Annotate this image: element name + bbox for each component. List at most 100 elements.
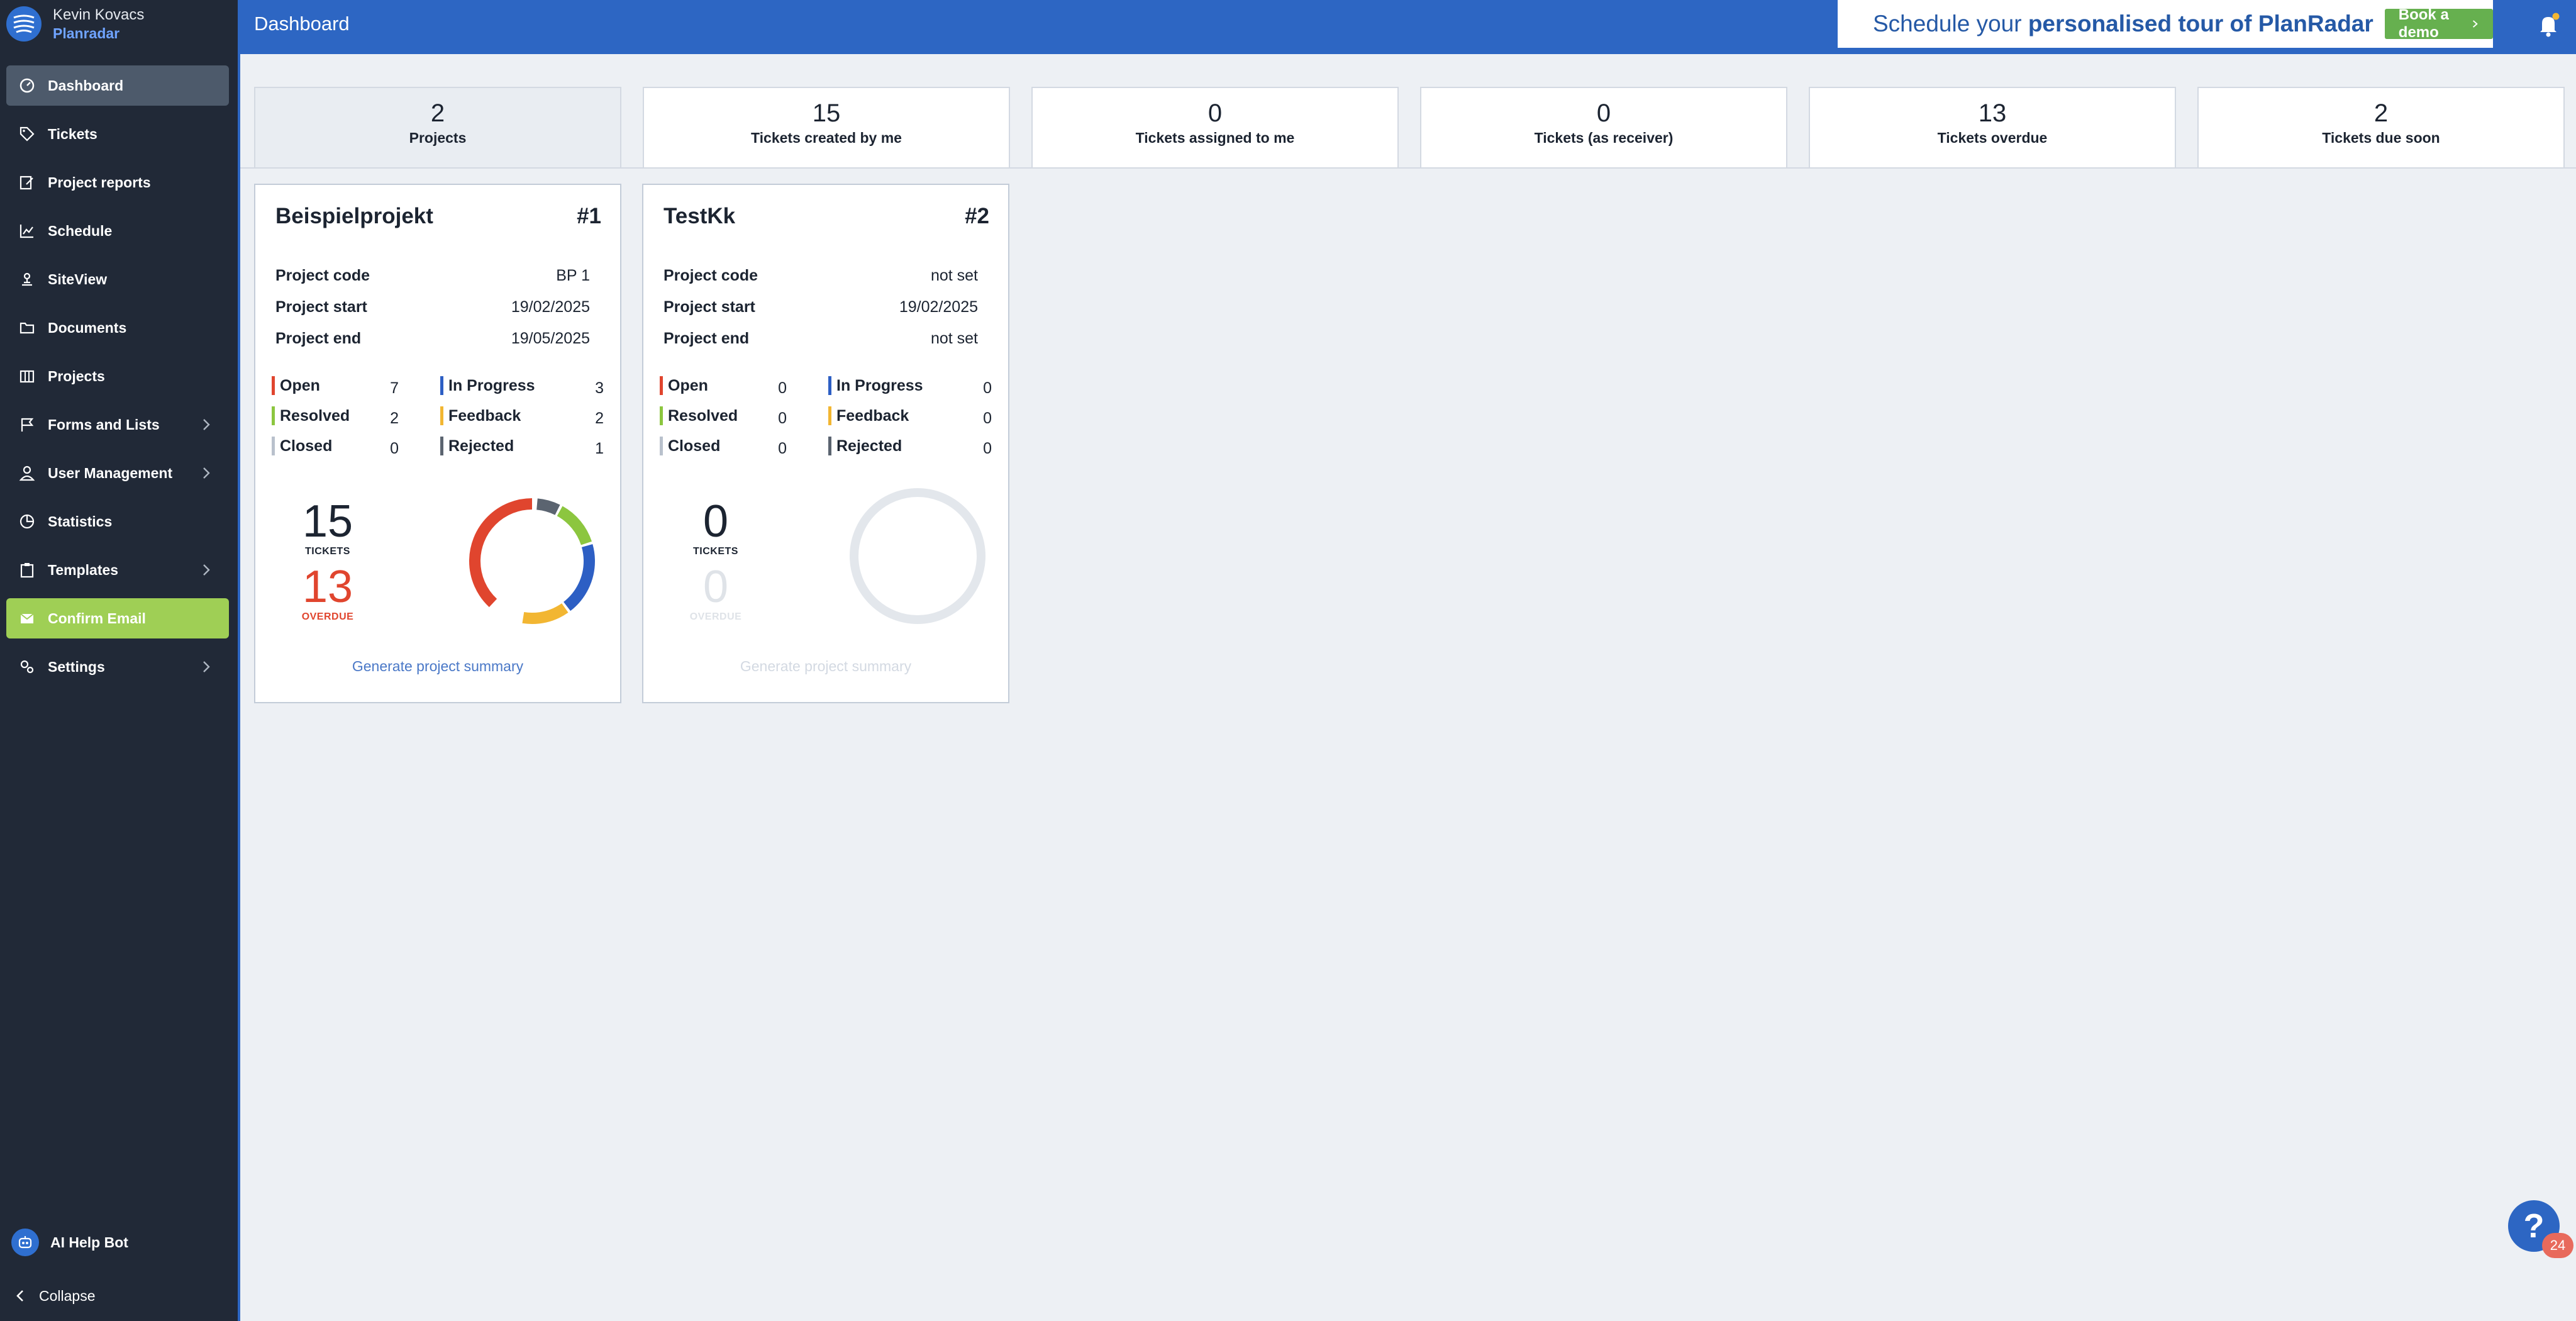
- stat-tab-tickets-assigned[interactable]: 0 Tickets assigned to me: [1031, 87, 1399, 169]
- project-end-value: not set: [930, 330, 978, 347]
- tickets-count: 15: [302, 496, 353, 547]
- bell-icon[interactable]: [2537, 13, 2560, 38]
- status-feedback-label: Feedback: [828, 406, 909, 425]
- stat-label: Tickets assigned to me: [1135, 130, 1295, 146]
- stat-value: 15: [812, 99, 841, 127]
- generate-summary-link[interactable]: Generate project summary: [255, 658, 620, 675]
- schedule-icon: [18, 221, 36, 240]
- clipboard-icon: [18, 560, 36, 579]
- sidebar-item-label: Settings: [48, 658, 105, 675]
- chevron-right-icon: [2473, 20, 2478, 28]
- project-end-value: 19/05/2025: [511, 330, 590, 347]
- ai-help-bot-button[interactable]: AI Help Bot: [11, 1229, 128, 1256]
- collapse-label: Collapse: [39, 1287, 96, 1304]
- stat-value: 0: [1596, 99, 1611, 127]
- sidebar-item-project-reports[interactable]: Project reports: [6, 162, 229, 203]
- project-start-value: 19/02/2025: [511, 298, 590, 316]
- project-card[interactable]: Beispielprojekt #1 Project code BP 1 Proj…: [254, 184, 621, 703]
- promo-banner: Schedule your personalised tour of PlanR…: [1838, 0, 2493, 48]
- chevron-left-icon: [16, 1290, 23, 1301]
- ticket-status-donut-empty: [850, 488, 985, 624]
- status-feedback-count: 0: [983, 410, 992, 427]
- project-name: TestKk: [663, 204, 736, 228]
- ai-help-bot-label: AI Help Bot: [50, 1234, 128, 1251]
- stat-value: 13: [1978, 99, 2007, 127]
- sidebar-item-confirm-email[interactable]: Confirm Email: [6, 598, 229, 638]
- tag-icon: [18, 125, 36, 143]
- project-start-value: 19/02/2025: [899, 298, 978, 316]
- sidebar-item-statistics[interactable]: Statistics: [6, 501, 229, 542]
- page-title: Dashboard: [254, 13, 350, 35]
- sidebar-item-forms-and-lists[interactable]: Forms and Lists: [6, 404, 229, 445]
- tickets-count: 0: [702, 496, 729, 547]
- siteview-icon: [18, 270, 36, 289]
- project-number: #1: [577, 204, 601, 228]
- overdue-caption: OVERDUE: [689, 611, 742, 622]
- sidebar-item-settings[interactable]: Settings: [6, 647, 229, 687]
- status-open-label: Open: [660, 376, 708, 395]
- stats-divider: [240, 167, 2576, 169]
- chevron-right-icon: [203, 564, 210, 576]
- stat-label: Projects: [409, 130, 467, 146]
- status-closed-count: 0: [390, 440, 399, 457]
- stat-tab-tickets-receiver[interactable]: 0 Tickets (as receiver): [1420, 87, 1787, 169]
- status-open-count: 7: [390, 379, 399, 397]
- report-icon: [18, 173, 36, 192]
- sidebar-item-projects[interactable]: Projects: [6, 356, 229, 396]
- status-open-count: 0: [778, 379, 787, 397]
- sidebar-item-siteview[interactable]: SiteView: [6, 259, 229, 299]
- stat-tab-projects[interactable]: 2 Projects: [254, 87, 621, 169]
- tickets-caption: TICKETS: [305, 546, 350, 557]
- ticket-status-donut: [469, 498, 595, 624]
- status-rejected-count: 1: [595, 440, 604, 457]
- sidebar-item-schedule[interactable]: Schedule: [6, 211, 229, 251]
- sidebar-item-user-management[interactable]: User Management: [6, 453, 229, 493]
- stat-value: 2: [430, 99, 445, 127]
- sidebar-item-label: Tickets: [48, 125, 97, 142]
- sidebar-item-templates[interactable]: Templates: [6, 550, 229, 590]
- stat-tab-tickets-due-soon[interactable]: 2 Tickets due soon: [2197, 87, 2565, 169]
- status-rejected-label: Rejected: [828, 437, 902, 455]
- status-in-progress-label: In Progress: [828, 376, 923, 395]
- settings-icon: [18, 657, 36, 676]
- overdue-count: 0: [702, 562, 729, 612]
- collapse-sidebar-button[interactable]: Collapse: [11, 1282, 96, 1310]
- status-open-label: Open: [272, 376, 320, 395]
- status-feedback-count: 2: [595, 410, 604, 427]
- sidebar-item-label: SiteView: [48, 270, 108, 287]
- project-start-row: Project start 19/02/2025: [663, 298, 978, 316]
- sidebar-item-label: Templates: [48, 561, 119, 578]
- status-rejected-label: Rejected: [440, 437, 514, 455]
- book-demo-button[interactable]: Book a demo: [2384, 6, 2493, 41]
- sidebar-item-label: Confirm Email: [48, 610, 146, 627]
- dashboard-icon: [18, 76, 36, 95]
- account-switcher[interactable]: Kevin Kovacs Planradar: [6, 4, 144, 44]
- folder-icon: [18, 318, 36, 337]
- sidebar-edge: [238, 0, 240, 1321]
- project-end-row: Project end 19/05/2025: [275, 330, 590, 347]
- projects-icon: [18, 367, 36, 386]
- status-resolved-count: 0: [778, 410, 787, 427]
- stat-label: Tickets due soon: [2322, 130, 2440, 146]
- sidebar-item-label: Schedule: [48, 222, 113, 239]
- stat-tab-tickets-created[interactable]: 15 Tickets created by me: [643, 87, 1010, 169]
- project-code-value: not set: [930, 267, 978, 284]
- stat-tab-tickets-overdue[interactable]: 13 Tickets overdue: [1809, 87, 2176, 169]
- sidebar-item-documents[interactable]: Documents: [6, 308, 229, 348]
- project-end-row: Project end not set: [663, 330, 978, 347]
- statistics-icon: [18, 512, 36, 531]
- robot-icon: [11, 1229, 39, 1256]
- sidebar-item-label: User Management: [48, 464, 173, 481]
- sidebar-item-tickets[interactable]: Tickets: [6, 114, 229, 154]
- sidebar-item-dashboard[interactable]: Dashboard: [6, 65, 229, 106]
- status-feedback-label: Feedback: [440, 406, 521, 425]
- help-notification-badge: 24: [2542, 1233, 2573, 1258]
- status-rejected-count: 0: [983, 440, 992, 457]
- status-in-progress-label: In Progress: [440, 376, 535, 395]
- project-card[interactable]: TestKk #2 Project code not set Project st…: [642, 184, 1009, 703]
- status-in-progress-count: 0: [983, 379, 992, 397]
- overdue-caption: OVERDUE: [301, 611, 354, 622]
- project-code-row: Project code not set: [663, 267, 978, 284]
- tickets-caption: TICKETS: [693, 546, 738, 557]
- chevron-right-icon: [203, 419, 210, 430]
